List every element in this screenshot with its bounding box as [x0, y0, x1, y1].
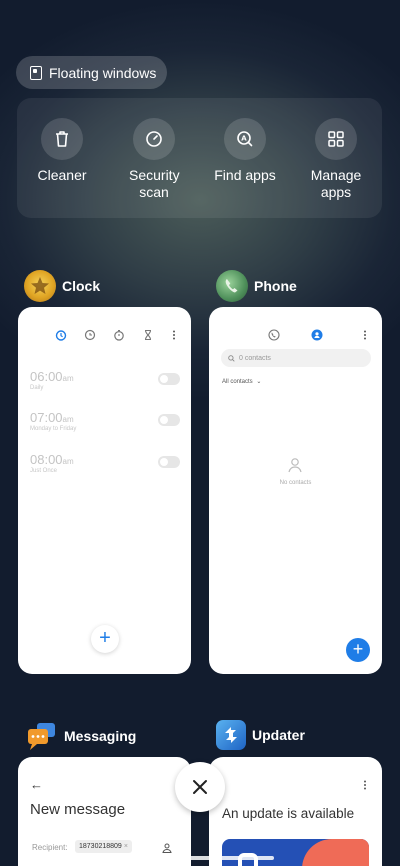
messaging-app-card[interactable]: ← New message Recipient: 18730218809 × [18, 757, 191, 866]
floating-windows-label: Floating windows [49, 64, 157, 81]
alarm-toggle[interactable] [158, 414, 180, 426]
update-available-title: An update is available [222, 806, 355, 821]
timer-tab-icon[interactable] [142, 329, 154, 341]
add-contact-icon[interactable] [162, 843, 172, 853]
cleaner-button[interactable]: Cleaner [17, 118, 107, 184]
alarm-time: 08:00 [30, 452, 63, 467]
clock-app-header: Clock [24, 270, 100, 302]
banner-accent [302, 839, 369, 866]
contacts-tab-icon[interactable] [311, 329, 323, 341]
stopwatch-tab-icon[interactable] [113, 329, 125, 341]
recipient-chip[interactable]: 18730218809 × [75, 840, 132, 853]
alarm-time: 06:00 [30, 369, 63, 384]
contacts-search-input[interactable]: 0 contacts [221, 349, 371, 367]
alarm-repeat: Monday to Friday [30, 426, 77, 432]
alarm-ampm: am [62, 457, 74, 466]
grid-icon [315, 118, 357, 160]
phone-tab-icon[interactable] [268, 329, 280, 341]
find-apps-button[interactable]: A Find apps [200, 118, 290, 184]
update-banner [222, 839, 369, 866]
alarm-time: 07:00 [30, 410, 63, 425]
clock-tab-bar [18, 329, 191, 343]
recipient-value: 18730218809 [79, 843, 122, 850]
contacts-filter-label: All contacts [222, 379, 253, 385]
clock-app-card[interactable]: 06:00am Daily 07:00am Monday to Friday 0… [18, 307, 191, 674]
chevron-down-icon: ⌄ [256, 379, 262, 385]
svg-text:A: A [241, 135, 247, 143]
alarm-row[interactable]: 08:00am Just Once [30, 452, 180, 474]
recipient-label: Recipient: [32, 843, 68, 852]
updater-app-title: Updater [252, 727, 305, 743]
quick-tools-panel: Cleaner Security scan A Find apps Manage… [17, 98, 382, 218]
messaging-app-icon [26, 720, 58, 752]
home-indicator[interactable] [126, 856, 274, 860]
contacts-filter-dropdown[interactable]: All contacts ⌄ [222, 378, 261, 385]
alarm-toggle[interactable] [158, 456, 180, 468]
more-options-icon[interactable] [359, 779, 371, 791]
cleaner-label: Cleaner [37, 167, 87, 183]
back-arrow-icon[interactable]: ← [30, 777, 43, 792]
alarm-ampm: am [62, 374, 74, 383]
updater-app-icon [216, 720, 246, 750]
close-icon [193, 780, 207, 794]
clock-app-icon [24, 270, 56, 302]
updater-app-header: Updater [216, 720, 305, 750]
messaging-app-header: Messaging [26, 720, 136, 752]
remove-recipient-icon[interactable]: × [124, 843, 128, 850]
floating-windows-button[interactable]: Floating windows [16, 56, 167, 89]
security-scan-button[interactable]: Security scan [109, 118, 199, 201]
phone-app-header: Phone [216, 270, 297, 302]
alarm-tab-icon[interactable] [55, 329, 67, 341]
no-contacts-label: No contacts [279, 480, 312, 486]
search-apps-icon: A [224, 118, 266, 160]
manage-apps-button[interactable]: Manage apps [291, 118, 381, 201]
updater-app-card[interactable]: An update is available [209, 757, 382, 866]
add-alarm-button[interactable]: + [91, 625, 119, 653]
new-message-title: New message [30, 801, 126, 818]
alarm-row[interactable]: 07:00am Monday to Friday [30, 410, 180, 432]
phone-app-icon [216, 270, 248, 302]
close-all-button[interactable] [175, 762, 225, 812]
more-options-icon[interactable] [168, 329, 180, 341]
alarm-toggle[interactable] [158, 373, 180, 385]
messaging-app-title: Messaging [64, 728, 137, 744]
person-icon [288, 458, 302, 473]
world-clock-tab-icon[interactable] [84, 329, 96, 341]
phone-app-title: Phone [254, 278, 297, 294]
manage-apps-label: Manage apps [310, 167, 362, 200]
shield-check-icon [133, 118, 175, 160]
trash-icon [41, 118, 83, 160]
search-icon [228, 354, 235, 362]
clock-app-title: Clock [62, 278, 101, 294]
alarm-row[interactable]: 06:00am Daily [30, 369, 180, 391]
alarm-repeat: Just Once [30, 468, 58, 474]
find-apps-label: Find apps [214, 167, 276, 183]
floating-window-icon [30, 65, 42, 80]
add-contact-button[interactable]: + [346, 638, 370, 662]
more-options-icon[interactable] [359, 329, 371, 341]
alarm-repeat: Daily [30, 385, 44, 391]
contacts-search-placeholder: 0 contacts [239, 354, 271, 362]
security-scan-label: Security scan [129, 167, 180, 200]
alarm-ampm: am [62, 415, 74, 424]
phone-app-card[interactable]: 0 contacts All contacts ⌄ No contacts + [209, 307, 382, 674]
